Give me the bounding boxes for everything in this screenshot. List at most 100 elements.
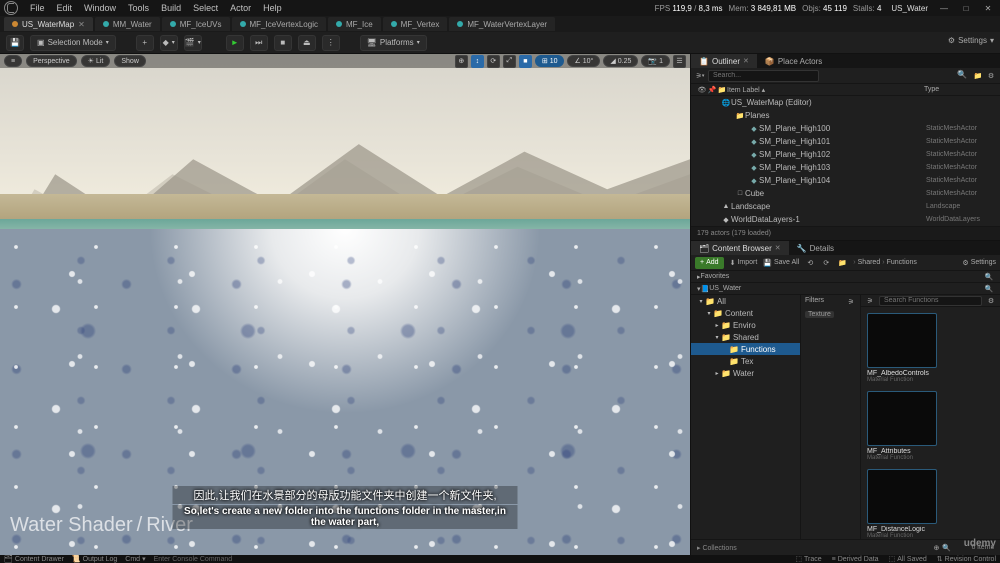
col-item-label[interactable]: Item Label ▴ [727, 86, 924, 94]
doc-tab[interactable]: MF_Vertex [383, 17, 448, 31]
play-options[interactable]: ⋮ [322, 35, 340, 51]
viewport-perspective[interactable]: Perspective [26, 55, 77, 67]
crumb-functions[interactable]: Functions [887, 259, 917, 266]
play-button[interactable]: ► [226, 35, 244, 51]
doc-tab[interactable]: US_WaterMap✕ [4, 17, 93, 31]
cmd-dropdown[interactable]: Cmd ▾ [125, 555, 145, 563]
search-icon[interactable]: 🔍 [984, 272, 994, 282]
tab-content-browser[interactable]: 🗂 Content Browser ✕ [691, 241, 789, 255]
col-vis-icon[interactable]: 👁 [697, 85, 707, 95]
doc-tab[interactable]: MF_IceUVs [162, 17, 230, 31]
outliner-row[interactable]: ◆SM_Plane_High104StaticMeshActor [691, 174, 1000, 187]
cb-save-all-button[interactable]: 💾 Save All [763, 259, 799, 267]
level-viewport[interactable] [0, 54, 690, 555]
crumb-shared[interactable]: Shared [858, 259, 881, 266]
outliner-row[interactable]: ◆WorldDataLayers-1WorldDataLayers [691, 213, 1000, 226]
outliner-row[interactable]: ◆SM_Plane_High102StaticMeshActor [691, 148, 1000, 161]
asset-settings-icon[interactable]: ⚙ [986, 296, 996, 306]
vp-grid-snap[interactable]: ⊞10 [535, 55, 565, 67]
outliner-search-input[interactable] [708, 70, 819, 82]
vp-scale-icon[interactable]: ⤢ [503, 55, 516, 68]
pause-button[interactable]: ⏭ [250, 35, 268, 51]
add-content-button[interactable]: + [136, 35, 154, 51]
vp-angle-snap[interactable]: ∠10° [567, 55, 600, 67]
cb-collection-add-icon[interactable]: ⊕ [931, 543, 941, 553]
menu-tools[interactable]: Tools [128, 3, 149, 13]
content-drawer-button[interactable]: 🗂 Content Drawer [4, 555, 64, 563]
eject-button[interactable]: ⏏ [298, 35, 316, 51]
vp-translate-icon[interactable]: ↕ [471, 55, 484, 68]
cb-add-button[interactable]: + Add [695, 257, 724, 269]
menu-edit[interactable]: Edit [57, 3, 73, 13]
menu-actor[interactable]: Actor [230, 3, 251, 13]
cb-root-row[interactable]: ▾📘US_Water🔍 [691, 283, 1000, 295]
doc-tab[interactable]: MF_Ice [328, 17, 381, 31]
save-button[interactable]: 💾 [6, 35, 24, 51]
asset-grid[interactable]: MF_AlbedoControlsMaterial Function MF_Att… [861, 307, 1000, 539]
menu-help[interactable]: Help [263, 3, 282, 13]
filter-settings-icon[interactable]: ⚞ [846, 297, 856, 307]
outliner-settings-icon[interactable]: ⚙ [986, 71, 996, 81]
cinematics-button[interactable]: 🎬▾ [184, 35, 202, 51]
asset-filter-icon[interactable]: ⚞ [865, 296, 875, 306]
vp-rotate-icon[interactable]: ⟳ [487, 55, 500, 68]
window-close[interactable]: ✕ [982, 2, 994, 14]
cb-favorites-row[interactable]: ▸Favorites🔍 [691, 271, 1000, 283]
col-type[interactable]: Type [924, 86, 994, 93]
outliner-row[interactable]: ◆SM_Plane_High101StaticMeshActor [691, 135, 1000, 148]
outliner-row[interactable]: ◆SM_Plane_High100StaticMeshActor [691, 122, 1000, 135]
asset-search-input[interactable] [879, 296, 982, 306]
doc-tab[interactable]: MF_IceVertexLogic [232, 17, 326, 31]
console-input[interactable]: Enter Console Command [154, 555, 233, 563]
revision-control-button[interactable]: ⇅ Revision Control [937, 555, 996, 563]
col-folder-icon[interactable]: 📁 [717, 85, 727, 95]
doc-tab[interactable]: MM_Water [95, 17, 160, 31]
filter-chip-texture[interactable]: Texture [805, 311, 834, 318]
asset-tile[interactable]: MF_AlbedoControlsMaterial Function [867, 313, 937, 383]
viewport-lit[interactable]: ☀Lit [81, 55, 111, 67]
outliner-row[interactable]: ▲LandscapeLandscape [691, 200, 1000, 213]
stop-button[interactable]: ■ [274, 35, 292, 51]
cb-tree-row[interactable]: ▾📁All [691, 295, 800, 307]
asset-tile[interactable]: MF_DistanceLogicMaterial Function [867, 469, 937, 539]
search-icon[interactable]: 🔍 [984, 284, 994, 294]
derived-data-button[interactable]: ≡ Derived Data [832, 555, 879, 563]
output-log-button[interactable]: 📜 Output Log [72, 555, 117, 563]
all-saved-button[interactable]: ⬚ All Saved [889, 555, 927, 563]
tab-outliner[interactable]: 📋 Outliner ✕ [691, 54, 757, 68]
settings-dropdown[interactable]: ⚙ Settings ▾ [948, 36, 994, 45]
outliner-row[interactable]: 🌐US_WaterMap (Editor) [691, 96, 1000, 109]
vp-world-icon[interactable]: ■ [519, 55, 532, 68]
cb-path-icon[interactable]: 📁 [837, 258, 847, 268]
cb-collections[interactable]: ▸ Collections [697, 544, 931, 552]
cb-history-back-icon[interactable]: ⟲ [805, 258, 815, 268]
col-pin-icon[interactable]: 📌 [707, 85, 717, 95]
asset-tile[interactable]: MF_AttributesMaterial Function [867, 391, 937, 461]
cb-tree-row[interactable]: 📁Functions [691, 343, 800, 355]
cb-tree-row[interactable]: ▾📁Content [691, 307, 800, 319]
viewport-show[interactable]: Show [114, 55, 146, 67]
vp-camera-speed[interactable]: 📷1 [641, 55, 670, 67]
tab-details[interactable]: 🔧 Details [789, 241, 842, 255]
tab-place-actors[interactable]: 📦 Place Actors [757, 54, 830, 68]
blueprints-button[interactable]: ◆▾ [160, 35, 178, 51]
outliner-row[interactable]: ◆SM_Plane_High103StaticMeshActor [691, 161, 1000, 174]
cb-tree-row[interactable]: ▸📁Water [691, 367, 800, 379]
cb-source-tree[interactable]: ▾📁All▾📁Content▸📁Enviro▾📁Shared📁Functions… [691, 295, 801, 539]
menu-select[interactable]: Select [193, 3, 218, 13]
viewport-options[interactable]: ≡ [4, 55, 22, 67]
doc-tab[interactable]: MF_WaterVertexLayer [449, 17, 555, 31]
cb-import-button[interactable]: ⬇ Import [730, 259, 758, 267]
outliner-newfolder-icon[interactable]: 📁 [973, 71, 983, 81]
cb-tree-row[interactable]: ▸📁Enviro [691, 319, 800, 331]
vp-maximize-icon[interactable]: ☰ [673, 55, 686, 68]
vp-scale-snap[interactable]: ◢0.25 [603, 55, 638, 67]
selection-mode-dropdown[interactable]: ▣Selection Mode▾ [30, 35, 116, 51]
outliner-row[interactable]: □CubeStaticMeshActor [691, 187, 1000, 200]
cb-history-fwd-icon[interactable]: ⟳ [821, 258, 831, 268]
cb-collection-search-icon[interactable]: 🔍 [941, 543, 951, 553]
window-min[interactable]: — [938, 2, 950, 14]
outliner-tree[interactable]: 🌐US_WaterMap (Editor)📁Planes◆SM_Plane_Hi… [691, 96, 1000, 226]
platforms-dropdown[interactable]: 🖥Platforms▾ [360, 35, 427, 51]
outliner-row[interactable]: 📁Planes [691, 109, 1000, 122]
